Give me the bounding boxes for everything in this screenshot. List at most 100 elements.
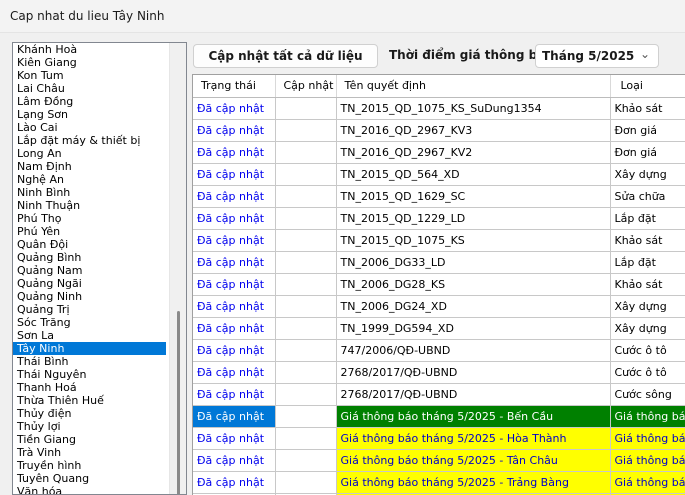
status-cell[interactable]: Đã cập nhật <box>193 119 276 142</box>
update-cell[interactable] <box>275 163 337 186</box>
update-cell[interactable] <box>275 119 337 142</box>
province-item[interactable]: Lắp đặt máy & thiết bị <box>13 134 166 147</box>
decision-cell[interactable]: Giá thông báo tháng 5/2025 - Tân Châu <box>336 449 611 472</box>
table-row[interactable]: Đã cập nhật TN_2006_DG33_LD Lắp đặt <box>193 251 685 274</box>
table-row[interactable]: Đã cập nhật TN_2006_DG28_KS Khảo sát <box>193 273 685 296</box>
province-item[interactable]: Tuyên Quang <box>13 472 166 485</box>
table-row[interactable]: Đã cập nhật 2768/2017/QĐ-UBND Cước sông <box>193 383 685 406</box>
province-item[interactable]: Truyền hình <box>13 459 166 472</box>
status-cell[interactable]: Đã cập nhật <box>193 427 276 450</box>
table-row[interactable]: Đã cập nhật 747/2006/QĐ-UBND Cước ô tô <box>193 339 685 362</box>
table-row[interactable]: Đã cập nhật TN_2016_QD_2967_KV3 Đơn giá <box>193 119 685 142</box>
province-item[interactable]: Long An <box>13 147 166 160</box>
table-row[interactable]: Đã cập nhật Giá thông báo tháng 5/2025 - … <box>193 449 685 472</box>
update-cell[interactable] <box>275 229 337 252</box>
table-row[interactable]: Đã cập nhật TN_2015_QD_1075_KS Khảo sát <box>193 229 685 252</box>
update-cell[interactable] <box>275 339 337 362</box>
decision-cell[interactable]: Giá thông báo tháng 5/2025 - Hòa Thành <box>336 427 611 450</box>
province-item[interactable]: Nam Định <box>13 160 166 173</box>
table-row[interactable]: Đã cập nhật TN_2006_DG24_XD Xây dựng <box>193 295 685 318</box>
status-cell[interactable]: Đã cập nhật <box>193 97 276 120</box>
update-cell[interactable] <box>275 97 337 120</box>
table-row[interactable]: Đã cập nhật 2768/2017/QĐ-UBND Cước ô tô <box>193 361 685 384</box>
table-row[interactable]: Đã cập nhật Giá thông báo tháng 5/2025 - … <box>193 427 685 450</box>
update-cell[interactable] <box>275 295 337 318</box>
update-cell[interactable] <box>275 273 337 296</box>
table-row[interactable]: Đã cập nhật TN_2015_QD_1075_KS_SuDung1354… <box>193 97 685 120</box>
update-cell[interactable] <box>275 405 337 428</box>
type-cell[interactable]: Giá thông báo <box>610 449 685 472</box>
update-cell[interactable] <box>275 383 337 406</box>
province-list[interactable]: Khánh Hoà Kiên Giang Kon Tum Lai Châu Lâm Đồ… <box>12 42 187 495</box>
update-cell[interactable] <box>275 141 337 164</box>
province-item[interactable]: Kiên Giang <box>13 56 166 69</box>
update-cell[interactable] <box>275 251 337 274</box>
province-item[interactable]: Tiền Giang <box>13 433 166 446</box>
status-cell[interactable]: Đã cập nhật <box>193 163 276 186</box>
type-cell[interactable]: Lắp đặt <box>610 207 685 230</box>
status-cell[interactable]: Đã cập nhật <box>193 361 276 384</box>
province-item[interactable]: Thủy lợi <box>13 420 166 433</box>
province-item[interactable]: Thanh Hoá <box>13 381 166 394</box>
type-cell[interactable]: Khảo sát <box>610 97 685 120</box>
status-cell[interactable]: Đã cập nhật <box>193 141 276 164</box>
province-item[interactable]: Quảng Bình <box>13 251 166 264</box>
province-item[interactable]: Khánh Hoà <box>13 43 166 56</box>
decision-cell[interactable]: TN_2015_QD_1075_KS_SuDung1354 <box>336 97 611 120</box>
decision-cell[interactable]: TN_2016_QD_2967_KV2 <box>336 141 611 164</box>
province-item[interactable]: Quảng Trị <box>13 303 166 316</box>
table-row[interactable]: Đã cập nhật Giá thông báo tháng 5/2025 - … <box>193 405 685 428</box>
status-cell[interactable]: Đã cập nhật <box>193 273 276 296</box>
province-item[interactable]: Quảng Ngãi <box>13 277 166 290</box>
type-cell[interactable]: Xây dựng <box>610 163 685 186</box>
type-cell[interactable]: Lắp đặt <box>610 251 685 274</box>
type-cell[interactable]: Khảo sát <box>610 229 685 252</box>
status-cell[interactable]: Đã cập nhật <box>193 229 276 252</box>
column-header-status[interactable]: Trạng thái <box>193 75 276 98</box>
update-all-button[interactable]: Cập nhật tất cả dữ liệu <box>193 44 378 68</box>
table-row[interactable]: Đã cập nhật TN_1999_DG594_XD Xây dựng <box>193 317 685 340</box>
status-cell[interactable]: Đã cập nhật <box>193 405 276 428</box>
decision-cell[interactable]: Giá thông báo tháng 5/2025 - Trảng Bàng <box>336 471 611 494</box>
type-cell[interactable]: Cước ô tô <box>610 339 685 362</box>
province-item[interactable]: Lạng Sơn <box>13 108 166 121</box>
decision-cell[interactable]: TN_2015_QD_1075_KS <box>336 229 611 252</box>
type-cell[interactable]: Giá thông báo <box>610 427 685 450</box>
province-item[interactable]: Thủy điện <box>13 407 166 420</box>
decision-cell[interactable]: 747/2006/QĐ-UBND <box>336 339 611 362</box>
status-cell[interactable]: Đã cập nhật <box>193 471 276 494</box>
province-item[interactable]: Ninh Thuận <box>13 199 166 212</box>
table-row[interactable]: Đã cập nhật TN_2015_QD_1629_SC Sửa chữa <box>193 185 685 208</box>
table-row[interactable]: Đã cập nhật TN_2016_QD_2967_KV2 Đơn giá <box>193 141 685 164</box>
status-cell[interactable]: Đã cập nhật <box>193 339 276 362</box>
province-scrollbar[interactable] <box>169 43 186 494</box>
province-item[interactable]: Thái Bình <box>13 355 166 368</box>
province-item[interactable]: Thừa Thiên Huế <box>13 394 166 407</box>
province-item[interactable]: Lai Châu <box>13 82 166 95</box>
status-cell[interactable]: Đã cập nhật <box>193 295 276 318</box>
type-cell[interactable]: Cước sông <box>610 383 685 406</box>
province-item[interactable]: Kon Tum <box>13 69 166 82</box>
update-cell[interactable] <box>275 427 337 450</box>
type-cell[interactable]: Đơn giá <box>610 119 685 142</box>
status-cell[interactable]: Đã cập nhật <box>193 449 276 472</box>
decision-cell[interactable]: TN_2006_DG28_KS <box>336 273 611 296</box>
type-cell[interactable]: Xây dựng <box>610 317 685 340</box>
type-cell[interactable]: Khảo sát <box>610 273 685 296</box>
status-cell[interactable]: Đã cập nhật <box>193 185 276 208</box>
province-item[interactable]: Sơn La <box>13 329 166 342</box>
province-item[interactable]: Trà Vinh <box>13 446 166 459</box>
status-cell[interactable]: Đã cập nhật <box>193 207 276 230</box>
update-cell[interactable] <box>275 207 337 230</box>
province-item[interactable]: Sóc Trăng <box>13 316 166 329</box>
type-cell[interactable]: Sửa chữa <box>610 185 685 208</box>
province-item[interactable]: Ninh Bình <box>13 186 166 199</box>
decision-cell[interactable]: TN_1999_DG594_XD <box>336 317 611 340</box>
update-cell[interactable] <box>275 185 337 208</box>
decision-cell[interactable]: 2768/2017/QĐ-UBND <box>336 383 611 406</box>
province-item[interactable]: Lâm Đồng <box>13 95 166 108</box>
province-item[interactable]: Lào Cai <box>13 121 166 134</box>
type-cell[interactable]: Xây dựng <box>610 295 685 318</box>
table-row[interactable]: Đã cập nhật TN_2015_QD_564_XD Xây dựng <box>193 163 685 186</box>
type-cell[interactable]: Đơn giá <box>610 141 685 164</box>
